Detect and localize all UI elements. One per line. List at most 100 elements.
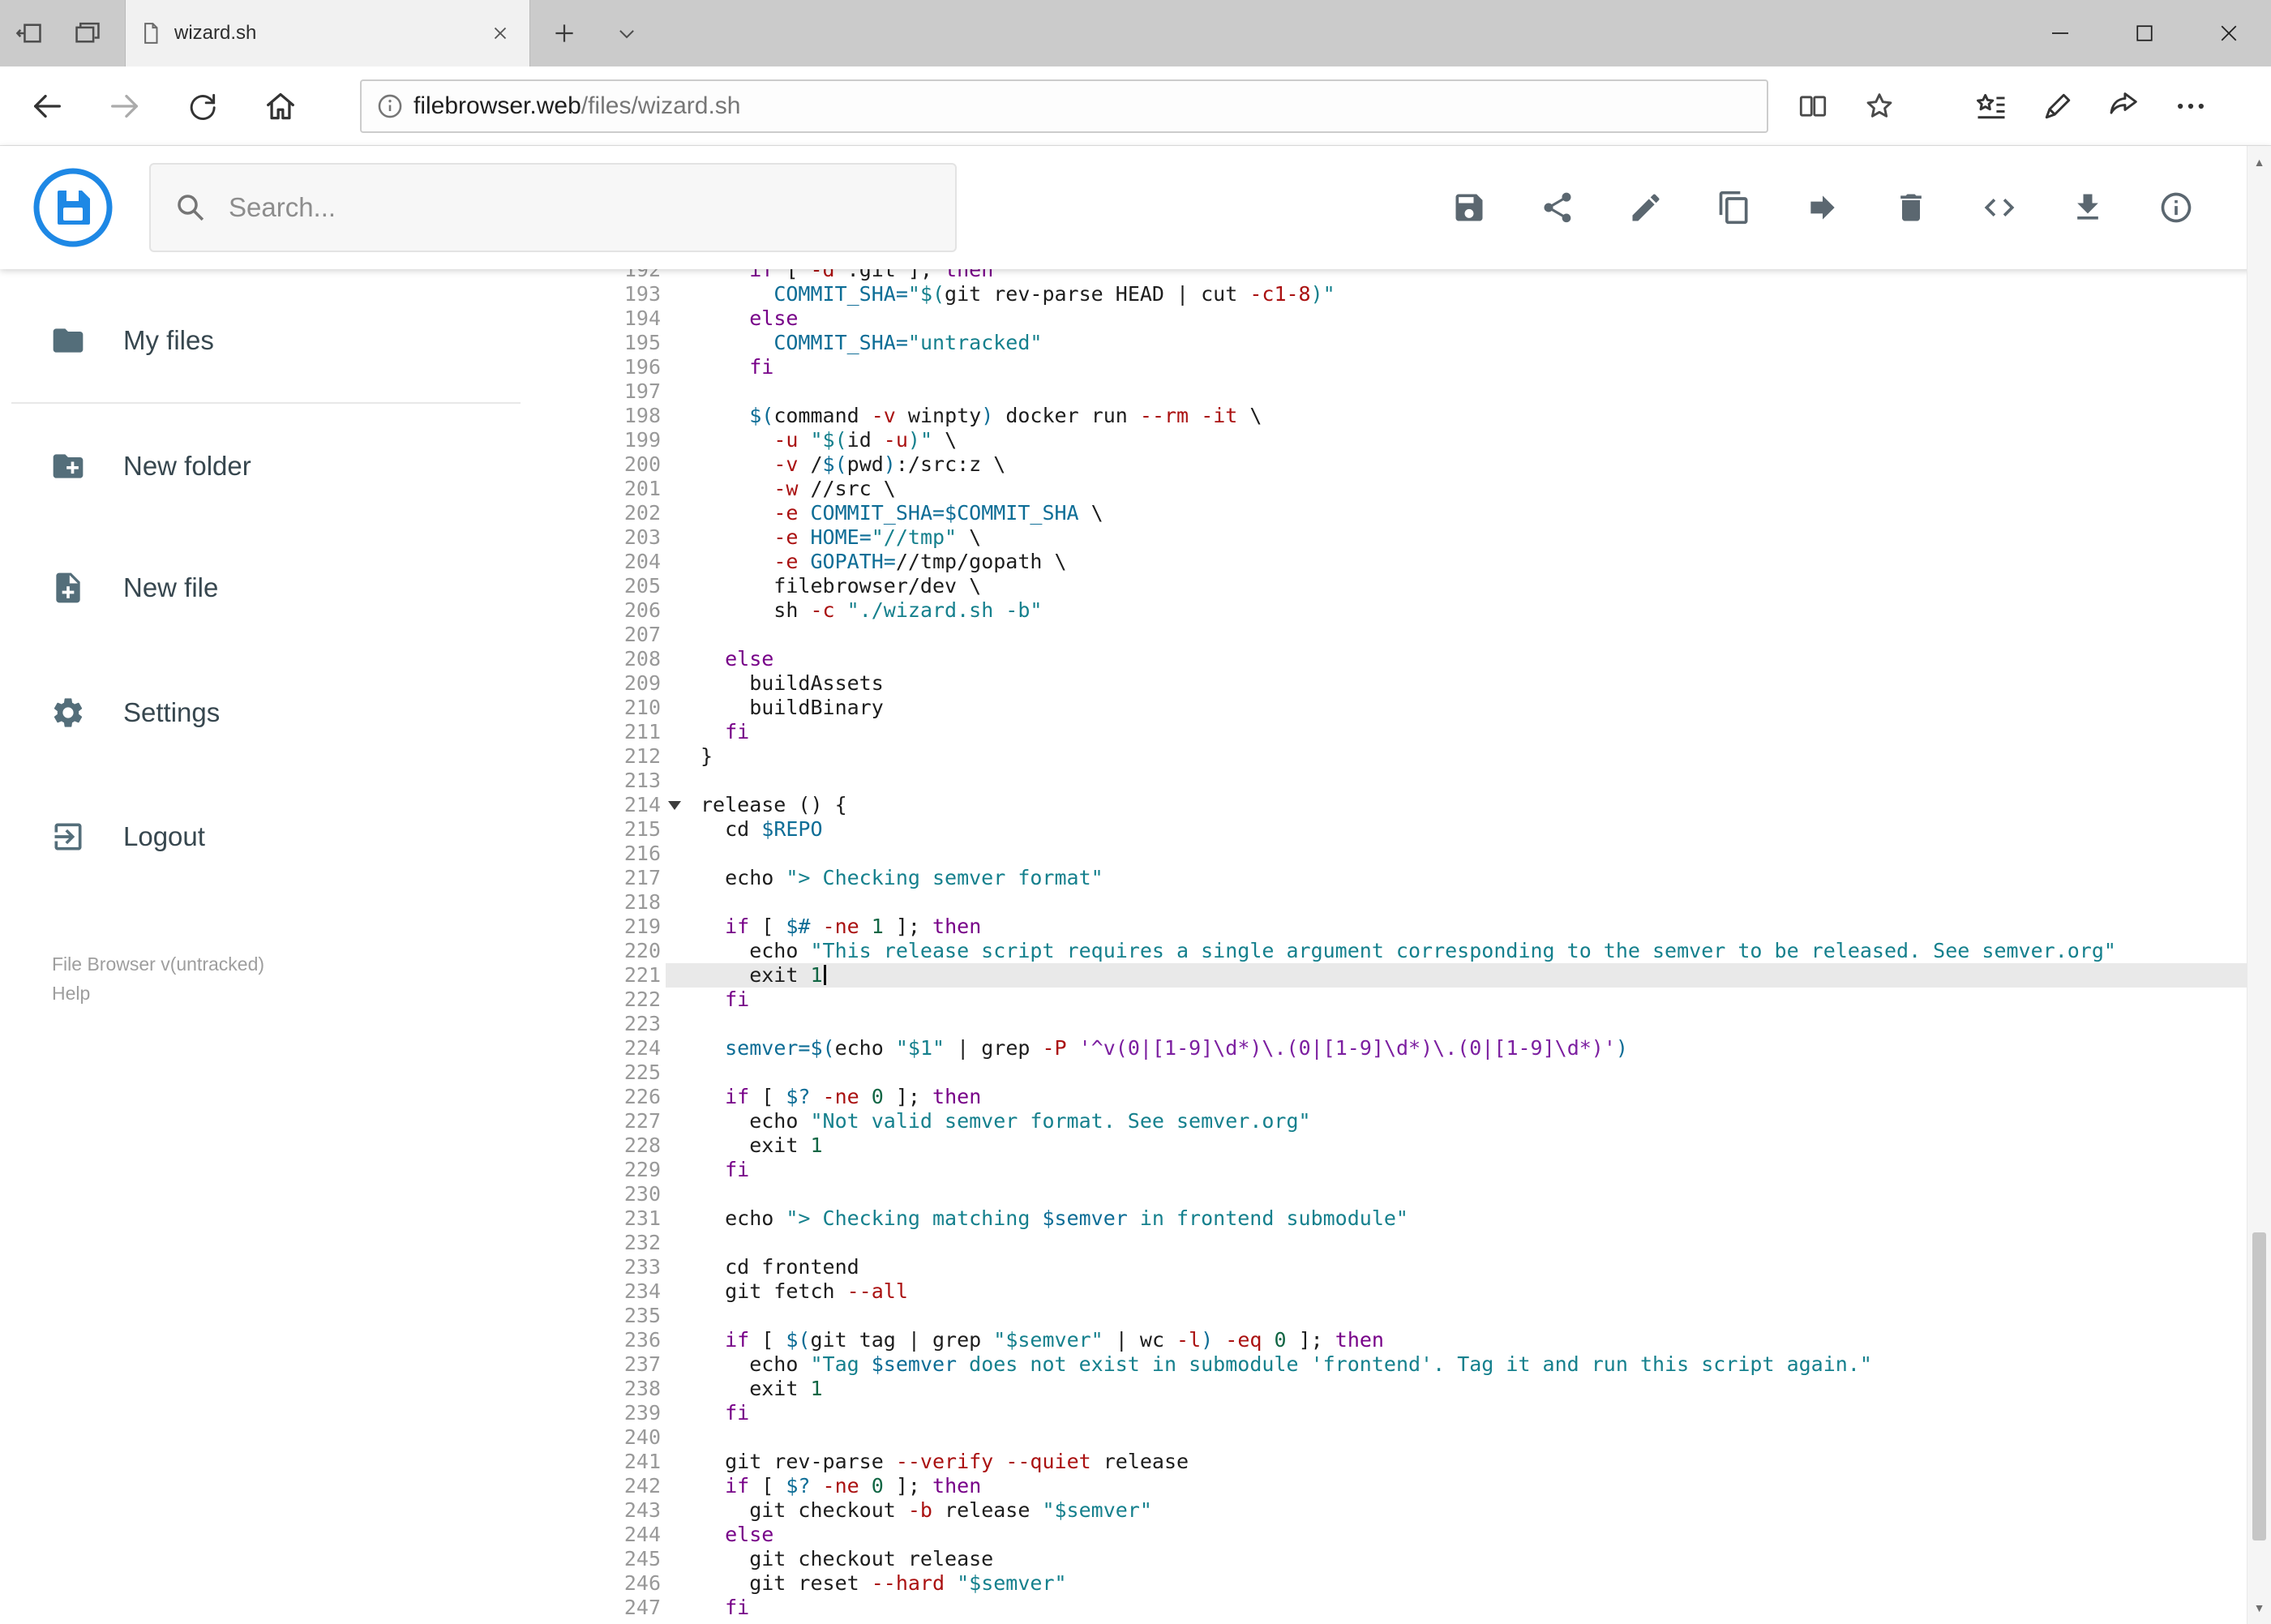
code-line-217[interactable]: 217 echo "> Checking semver format" [593,866,2247,890]
code-line-242[interactable]: 242 if [ $? -ne 0 ]; then [593,1474,2247,1498]
copy-button[interactable] [1716,189,1753,226]
code-line-198[interactable]: 198 $(command -v winpty) docker run --rm… [593,404,2247,428]
web-note-button[interactable] [2025,66,2091,146]
code-line-247[interactable]: 247 fi [593,1596,2247,1620]
code-line-218[interactable]: 218 [593,890,2247,915]
move-button[interactable] [1804,189,1841,226]
code-line-211[interactable]: 211 fi [593,720,2247,744]
tab-close-button[interactable] [484,17,516,49]
code-line-237[interactable]: 237 echo "Tag $semver does not exist in … [593,1352,2247,1377]
line-number: 238 [623,1377,661,1400]
maximize-button[interactable] [2102,0,2187,66]
code-line-240[interactable]: 240 [593,1425,2247,1450]
code-line-216[interactable]: 216 [593,842,2247,866]
scrollbar-thumb[interactable] [2252,1232,2266,1540]
code-line-228[interactable]: 228 exit 1 [593,1133,2247,1158]
save-button[interactable] [1450,189,1488,226]
help-link[interactable]: Help [52,983,90,1005]
sidebar-item-new-file[interactable]: New file [0,547,593,628]
code-line-245[interactable]: 245 git checkout release [593,1547,2247,1571]
code-line-193[interactable]: 193 COMMIT_SHA="$(git rev-parse HEAD | c… [593,282,2247,306]
code-line-206[interactable]: 206 sh -c "./wizard.sh -b" [593,598,2247,623]
sidebar-item-settings[interactable]: Settings [0,672,593,753]
code-line-199[interactable]: 199 -u "$(id -u)" \ [593,428,2247,452]
more-options-button[interactable] [2157,66,2224,146]
code-line-223[interactable]: 223 [593,1012,2247,1036]
code-line-210[interactable]: 210 buildBinary [593,696,2247,720]
sidebar-item-logout[interactable]: Logout [0,796,593,877]
site-info-button[interactable] [366,82,413,131]
code-line-244[interactable]: 244 else [593,1523,2247,1547]
code-line-241[interactable]: 241 git rev-parse --verify --quiet relea… [593,1450,2247,1474]
share-button[interactable] [2091,66,2157,146]
code-line-234[interactable]: 234 git fetch --all [593,1279,2247,1304]
code-line-232[interactable]: 232 [593,1231,2247,1255]
refresh-button[interactable] [164,66,242,146]
code-line-192[interactable]: 192 if [ -d .git ]; then [593,269,2247,282]
info-button[interactable] [2157,189,2195,226]
tab-preview-chevron-button[interactable] [598,0,655,66]
minimize-button[interactable] [2018,0,2102,66]
page-scrollbar[interactable]: ▲ ▼ [2247,146,2271,1624]
code-line-195[interactable]: 195 COMMIT_SHA="untracked" [593,331,2247,355]
code-line-229[interactable]: 229 fi [593,1158,2247,1182]
forward-button[interactable] [86,66,164,146]
code-line-225[interactable]: 225 [593,1061,2247,1085]
code-line-235[interactable]: 235 [593,1304,2247,1328]
browser-tab[interactable]: wizard.sh [125,0,530,66]
code-line-219[interactable]: 219 if [ $# -ne 1 ]; then [593,915,2247,939]
download-button[interactable] [2069,189,2106,226]
code-line-209[interactable]: 209 buildAssets [593,671,2247,696]
code-line-214[interactable]: 214 release () { [593,793,2247,817]
back-button[interactable] [8,66,86,146]
code-line-208[interactable]: 208 else [593,647,2247,671]
new-tab-button[interactable] [530,0,598,66]
code-line-239[interactable]: 239 fi [593,1401,2247,1425]
sidebar-item-new-folder[interactable]: New folder [0,426,593,507]
code-view-button[interactable] [1981,189,2018,226]
code-line-220[interactable]: 220 echo "This release script requires a… [593,939,2247,963]
fold-arrow-icon[interactable] [668,801,681,810]
delete-button[interactable] [1892,189,1930,226]
address-bar[interactable]: filebrowser.web/files/wizard.sh [360,79,1768,133]
code-line-224[interactable]: 224 semver=$(echo "$1" | grep -P '^v(0|[… [593,1036,2247,1061]
code-line-233[interactable]: 233 cd frontend [593,1255,2247,1279]
code-line-204[interactable]: 204 -e GOPATH=//tmp/gopath \ [593,550,2247,574]
code-line-202[interactable]: 202 -e COMMIT_SHA=$COMMIT_SHA \ [593,501,2247,525]
sidebar-item-my-files[interactable]: My files [0,300,593,381]
code-line-231[interactable]: 231 echo "> Checking matching $semver in… [593,1206,2247,1231]
scroll-down-arrow-icon[interactable]: ▼ [2247,1592,2271,1624]
code-line-226[interactable]: 226 if [ $? -ne 0 ]; then [593,1085,2247,1109]
code-line-203[interactable]: 203 -e HOME="//tmp" \ [593,525,2247,550]
code-line-243[interactable]: 243 git checkout -b release "$semver" [593,1498,2247,1523]
code-line-201[interactable]: 201 -w //src \ [593,477,2247,501]
code-line-212[interactable]: 212} [593,744,2247,769]
hub-button[interactable] [1958,66,2025,146]
code-line-197[interactable]: 197 [593,379,2247,404]
code-line-221[interactable]: 221 exit 1 [593,963,2247,988]
code-line-196[interactable]: 196 fi [593,355,2247,379]
share-button[interactable] [1539,189,1576,226]
code-line-194[interactable]: 194 else [593,306,2247,331]
code-line-230[interactable]: 230 [593,1182,2247,1206]
reading-view-button[interactable] [1780,66,1846,146]
tabs-you-set-aside-button[interactable] [58,0,117,66]
add-favorite-button[interactable] [1846,66,1913,146]
search-input[interactable] [227,191,955,224]
set-tabs-aside-button[interactable] [0,0,58,66]
code-line-207[interactable]: 207 [593,623,2247,647]
code-line-200[interactable]: 200 -v /$(pwd):/src:z \ [593,452,2247,477]
code-line-215[interactable]: 215 cd $REPO [593,817,2247,842]
code-line-238[interactable]: 238 exit 1 [593,1377,2247,1401]
code-line-246[interactable]: 246 git reset --hard "$semver" [593,1571,2247,1596]
scroll-up-arrow-icon[interactable]: ▲ [2247,146,2271,178]
code-line-222[interactable]: 222 fi [593,988,2247,1012]
home-button[interactable] [242,66,319,146]
code-line-205[interactable]: 205 filebrowser/dev \ [593,574,2247,598]
code-line-227[interactable]: 227 echo "Not valid semver format. See s… [593,1109,2247,1133]
rename-button[interactable] [1627,189,1665,226]
close-button[interactable] [2187,0,2271,66]
code-line-213[interactable]: 213 [593,769,2247,793]
code-editor[interactable]: 192 if [ -d .git ]; then 193 COMMIT_SHA="… [593,269,2247,1624]
code-line-236[interactable]: 236 if [ $(git tag | grep "$semver" | wc… [593,1328,2247,1352]
